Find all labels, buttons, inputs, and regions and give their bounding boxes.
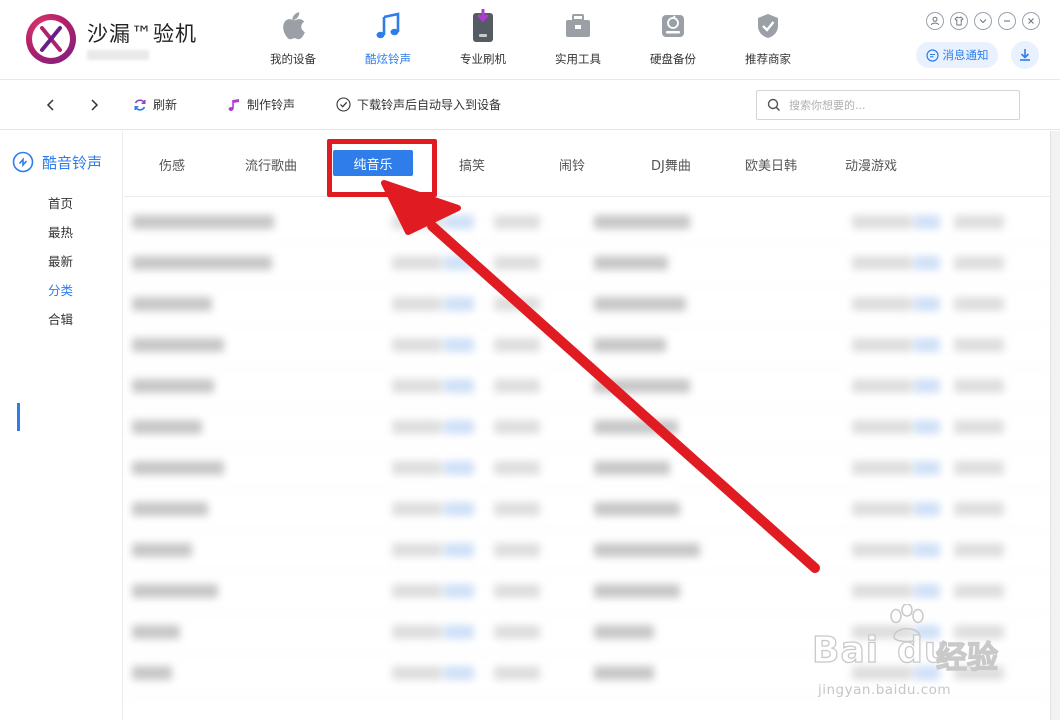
sidebar-title: 酷音铃声	[12, 151, 102, 173]
window-controls	[926, 12, 1040, 30]
forward-button[interactable]	[84, 95, 104, 115]
watermark-url: jingyan.baidu.com	[818, 682, 952, 698]
chevron-right-icon	[91, 99, 99, 111]
user-icon[interactable]	[926, 12, 944, 30]
nav-my-device[interactable]: 我的设备	[253, 10, 333, 67]
list-item	[124, 244, 1048, 285]
tab-dj-dance[interactable]: DJ舞曲	[651, 155, 691, 174]
skin-shirt-icon[interactable]	[950, 12, 968, 30]
content-scrollbar[interactable]	[1050, 131, 1060, 720]
annotation-highlight-box	[327, 139, 437, 197]
message-icon	[925, 48, 939, 62]
app-logo	[26, 14, 76, 64]
category-tabs: 伤感 流行歌曲 纯音乐 搞笑 闹铃 DJ舞曲 欧美日韩 动漫游戏	[124, 131, 1050, 197]
sidebar: 酷音铃声 首页 最热 最新 分类 合辑	[0, 131, 123, 720]
minimize-icon[interactable]	[998, 12, 1016, 30]
tab-anime-games[interactable]: 动漫游戏	[845, 155, 897, 174]
list-item	[124, 408, 1048, 449]
chevron-down-icon[interactable]	[974, 12, 992, 30]
search-input[interactable]	[789, 98, 999, 112]
sidebar-item-newest[interactable]: 最新	[48, 251, 73, 270]
watermark-brand: Bai du	[811, 629, 951, 671]
close-icon[interactable]	[1022, 12, 1040, 30]
apple-icon	[277, 10, 309, 42]
music-note-icon	[372, 10, 404, 42]
download-icon	[1020, 49, 1030, 61]
nav-ringtones[interactable]: 酷炫铃声	[348, 10, 428, 67]
nav-merchants[interactable]: 推荐商家	[728, 10, 808, 67]
check-circle-icon	[336, 97, 351, 112]
app-brand: 沙漏™验机	[87, 22, 197, 46]
top-bar: 沙漏™验机 我的设备 酷炫铃声 专业刷机 实用工具 硬盘备份 推荐商家 消息通知	[0, 0, 1060, 80]
nav-flash[interactable]: 专业刷机	[443, 9, 523, 67]
auto-import-toggle[interactable]: 下载铃声后自动导入到设备	[336, 96, 501, 113]
list-item	[124, 449, 1048, 490]
refresh-icon	[134, 98, 146, 111]
tab-western-jp-kr[interactable]: 欧美日韩	[745, 155, 797, 174]
hourglass-x-icon	[40, 26, 62, 52]
toolbox-icon	[562, 10, 594, 42]
list-item	[124, 326, 1048, 367]
download-manager-button[interactable]	[1011, 41, 1039, 69]
sidebar-item-collections[interactable]: 合辑	[48, 309, 73, 328]
tab-sad[interactable]: 伤感	[159, 155, 185, 174]
tab-alarm[interactable]: 闹铃	[559, 155, 585, 174]
tab-funny[interactable]: 搞笑	[459, 155, 485, 174]
tab-pop-songs[interactable]: 流行歌曲	[245, 155, 297, 174]
list-item	[124, 367, 1048, 408]
list-item	[124, 285, 1048, 326]
refresh-button[interactable]: 刷新	[133, 96, 177, 113]
nav-backup[interactable]: 硬盘备份	[633, 10, 713, 67]
watermark-brand-cn: 经验	[935, 639, 998, 676]
sidebar-item-categories[interactable]: 分类	[48, 280, 73, 299]
disk-backup-icon	[657, 10, 689, 42]
nav-tools[interactable]: 实用工具	[538, 10, 618, 67]
list-item	[124, 203, 1048, 244]
notifications-button[interactable]: 消息通知	[916, 42, 998, 68]
toolbar: 刷新 制作铃声 下载铃声后自动导入到设备	[0, 81, 1060, 130]
shield-check-icon	[752, 10, 784, 42]
sidebar-active-indicator	[17, 403, 20, 431]
app-version-blurred	[87, 50, 149, 60]
back-button[interactable]	[41, 95, 61, 115]
list-item	[124, 531, 1048, 572]
list-item	[124, 490, 1048, 531]
chevron-left-icon	[46, 99, 54, 111]
ringtone-disc-icon	[12, 151, 34, 173]
search-box[interactable]	[756, 90, 1020, 120]
sidebar-item-hottest[interactable]: 最热	[48, 222, 73, 241]
baidu-jingyan-watermark: Bai du 经验 jingyan.baidu.com	[811, 604, 1032, 712]
make-ringtone-button[interactable]: 制作铃声	[227, 96, 295, 113]
phone-flash-icon	[467, 9, 499, 42]
search-icon	[767, 98, 781, 112]
music-note-small-icon	[228, 98, 239, 111]
sidebar-item-home[interactable]: 首页	[48, 193, 73, 212]
